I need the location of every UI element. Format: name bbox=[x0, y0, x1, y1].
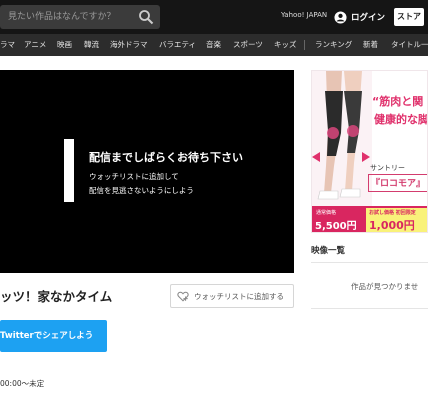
ad-regular-price-label: 通常価格 bbox=[316, 210, 337, 216]
video-list-empty-message: 作品が見つかりませ bbox=[351, 282, 419, 291]
heart-plus-icon bbox=[177, 291, 189, 302]
ad-legs-illustration bbox=[312, 71, 372, 206]
login-button[interactable]: ログイン bbox=[334, 9, 385, 25]
video-player[interactable]: 配信までしばらくお待ち下さい ウォッチリストに追加して 配信を見逃さないようにし… bbox=[0, 70, 294, 273]
nav-item-anime[interactable]: アニメ bbox=[24, 34, 46, 56]
nav-item-sports[interactable]: スポーツ bbox=[233, 34, 263, 56]
show-title: ッツ！家なかタイム bbox=[0, 289, 113, 304]
sidebar-divider-bottom bbox=[311, 308, 428, 309]
nav-item-variety[interactable]: バラエティ bbox=[159, 34, 196, 56]
login-label: ログイン bbox=[351, 13, 386, 23]
yahoo-japan-link[interactable]: Yahoo! JAPAN bbox=[281, 11, 327, 19]
nav-item-overseas-drama[interactable]: 海外ドラマ bbox=[110, 34, 148, 56]
nav-item-ranking[interactable]: ランキング bbox=[315, 34, 352, 56]
player-message-title: 配信までしばらくお待ち下さい bbox=[89, 151, 243, 164]
nav-item-movie[interactable]: 映画 bbox=[57, 34, 72, 56]
ad-brand: サントリー bbox=[370, 164, 405, 172]
user-icon bbox=[334, 10, 347, 24]
add-watchlist-button[interactable]: ウォッチリストに追加する bbox=[170, 284, 294, 308]
broadcast-time: 00:00〜未定 bbox=[0, 379, 45, 388]
video-list-title: 映像一覧 bbox=[311, 246, 346, 256]
ad-trial-price: 1,000円 bbox=[369, 219, 415, 232]
nav-item-drama[interactable]: ラマ bbox=[0, 34, 15, 56]
nav-item-new[interactable]: 新着 bbox=[363, 34, 378, 56]
top-bar: Yahoo! JAPAN ログイン ストア bbox=[0, 0, 428, 34]
player-message-line1: ウォッチリストに追加して bbox=[89, 172, 179, 181]
ad-trial-price-label: お試し価格 初回限定 bbox=[369, 210, 416, 216]
ad-headline-2: 健康的な脚 bbox=[374, 113, 428, 126]
twitter-share-button[interactable]: Twitterでシェアしよう bbox=[0, 320, 107, 352]
search-box[interactable] bbox=[0, 5, 160, 29]
ad-regular-price: 5,500円 bbox=[315, 221, 357, 232]
player-message-line2: 配信を見逃さないようにしよう bbox=[89, 186, 194, 195]
ad-price-strip: 通常価格 5,500円 お試し価格 初回限定 1,000円 bbox=[312, 206, 427, 232]
placeholder-bar bbox=[64, 139, 74, 202]
ad-trial-price-box: お試し価格 初回限定 1,000円 bbox=[366, 208, 427, 232]
nav-item-title-list[interactable]: タイトル一覧 bbox=[391, 34, 428, 56]
sidebar-divider bbox=[311, 262, 428, 263]
add-watchlist-label: ウォッチリストに追加する bbox=[194, 291, 284, 301]
nav-item-korean[interactable]: 韓流 bbox=[84, 34, 99, 56]
ad-product-name: 『ロコモア』 bbox=[368, 174, 427, 192]
store-button[interactable]: ストア bbox=[394, 8, 424, 26]
nav-item-music[interactable]: 音楽 bbox=[206, 34, 221, 56]
ad-banner[interactable]: “筋肉と関 健康的な脚 サントリー 『ロコモア』 通常価格 5,500円 お試し… bbox=[311, 70, 428, 233]
nav-item-kids[interactable]: キッズ bbox=[274, 34, 297, 56]
category-nav: ラマ アニメ 映画 韓流 海外ドラマ バラエティ 音楽 スポーツ キッズ ランキ… bbox=[0, 34, 428, 56]
nav-divider bbox=[304, 40, 305, 50]
ad-headline-1: “筋肉と関 bbox=[372, 95, 424, 108]
search-input[interactable] bbox=[8, 8, 128, 26]
twitter-share-label: Twitterでシェアしよう bbox=[0, 331, 94, 341]
search-icon[interactable] bbox=[138, 9, 154, 25]
